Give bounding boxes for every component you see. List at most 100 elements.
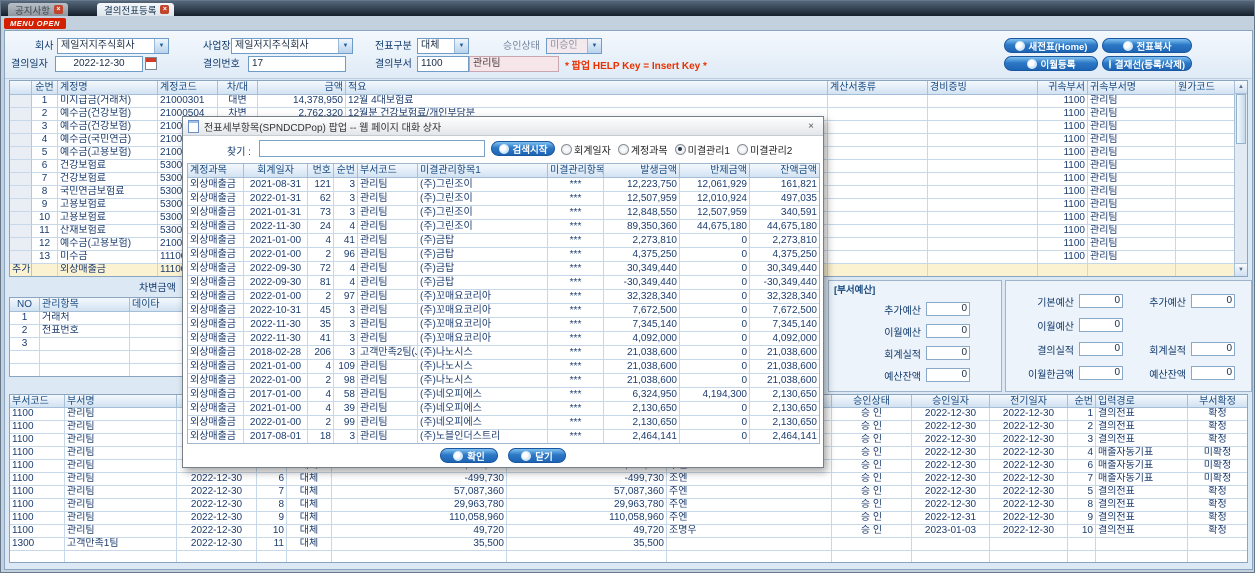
cell[interactable]: 99 [334,416,358,430]
cell[interactable]: 2,130,650 [604,416,680,430]
cell[interactable]: 57,087,360 [507,486,667,499]
cell[interactable]: 관리팀 [65,499,177,512]
cell[interactable]: 41 [334,234,358,248]
cell[interactable] [832,551,912,562]
table-row[interactable]: 외상매출금 2021-01-00 4 109 관리팀 (주)나노시스 *** 21,038,6… [188,360,819,374]
cell[interactable]: 2021-01-00 [244,402,308,416]
cell[interactable]: 외상매출금 [188,430,244,443]
cell[interactable] [928,238,1038,251]
cell[interactable]: 49,720 [507,525,667,538]
cell[interactable]: 9 [1068,512,1096,525]
cell[interactable] [10,225,32,238]
cell[interactable]: 관리팀 [358,192,418,206]
tab-voucher-entry[interactable]: 결의전표등록 × [97,3,175,17]
approval-status-select[interactable]: 미승인 ▼ [546,38,602,54]
cell[interactable]: 3 [334,318,358,332]
cell[interactable]: 2 [308,374,334,388]
cell[interactable]: 관리팀 [1088,121,1176,134]
radio-회계일자[interactable]: 회계일자 [561,142,611,157]
cell[interactable]: 관리팀 [358,220,418,234]
table-row[interactable]: 외상매출금 2018-02-28 206 3 고객만족2팀(J (주)나노시스 *** 21,… [188,346,819,360]
cell[interactable]: 매출자동기표 [1096,460,1188,473]
cell[interactable] [1096,551,1188,562]
cell[interactable]: 0 [680,402,750,416]
cell[interactable]: 2022-12-30 [177,538,257,551]
cell[interactable] [928,264,1038,276]
cell[interactable]: 6,324,950 [604,388,680,402]
cell[interactable]: *** [548,290,604,304]
cell[interactable] [10,551,65,562]
cell[interactable]: 2022-12-30 [990,525,1068,538]
cell[interactable]: 승 인 [832,447,912,460]
cell[interactable]: 30,349,440 [604,262,680,276]
cell[interactable]: 고용보험료 [58,212,158,225]
cell[interactable]: 대체 [287,473,332,486]
cell[interactable]: *** [548,206,604,220]
tab-notice[interactable]: 공지사항 × [8,3,68,17]
cell[interactable]: 관리팀 [65,434,177,447]
cell[interactable]: 1100 [1038,147,1088,160]
cell[interactable]: 2022-12-30 [990,408,1068,421]
cell[interactable]: 2 [1068,421,1096,434]
cell[interactable] [10,351,40,364]
cell[interactable]: 10 [32,212,58,225]
cell[interactable]: 0 [680,304,750,318]
cell[interactable]: 관리팀 [65,447,177,460]
cell[interactable]: 12,223,750 [604,178,680,192]
cell[interactable]: 62 [308,192,334,206]
table-row[interactable]: 외상매출금 2022-11-30 24 4 관리팀 (주)그린조이 *** 89,350,36… [188,220,819,234]
cell[interactable]: 관리팀 [358,360,418,374]
cell[interactable] [828,251,928,264]
cell[interactable]: 41 [308,332,334,346]
cell[interactable]: 3 [334,206,358,220]
cell[interactable]: 4 [32,134,58,147]
cell[interactable]: 대변 [218,95,258,108]
cell[interactable]: 결의전표 [1096,421,1188,434]
cell[interactable] [1068,551,1096,562]
cell[interactable]: 29,963,780 [332,499,507,512]
cell[interactable]: 예수금(국민연금) [58,134,158,147]
cell[interactable]: 1300 [10,538,65,551]
cell[interactable]: 11 [257,538,287,551]
cell[interactable]: 73 [308,206,334,220]
cell[interactable] [828,212,928,225]
cell[interactable]: 21,038,600 [750,346,819,360]
cell[interactable]: 1100 [1038,121,1088,134]
cell[interactable] [40,364,130,376]
cell[interactable]: 110,058,960 [332,512,507,525]
cell[interactable]: 관리팀 [1088,199,1176,212]
table-row[interactable]: 외상매출금 2022-01-00 2 97 관리팀 (주)꼬매요코리아 *** 32,328,… [188,290,819,304]
cell[interactable]: 21,038,600 [604,360,680,374]
cell[interactable] [1188,551,1247,562]
cell[interactable]: 11 [32,225,58,238]
cell[interactable]: 10 [1068,525,1096,538]
cell[interactable]: 결의전표 [1096,434,1188,447]
cell[interactable]: 98 [334,374,358,388]
cell[interactable]: 확정 [1188,434,1247,447]
cell[interactable]: 3 [334,430,358,443]
cell[interactable] [10,160,32,173]
cell[interactable]: 1 [10,312,40,325]
confirm-button[interactable]: 확인 [440,448,498,463]
cell[interactable]: 거래처 [40,312,130,325]
cell[interactable]: 1 [1068,408,1096,421]
cell[interactable]: 관리팀 [1088,95,1176,108]
cell[interactable]: 2022-01-31 [244,192,308,206]
cell[interactable] [1176,147,1235,160]
cell[interactable]: 1100 [1038,173,1088,186]
cell[interactable]: 2,273,810 [750,234,819,248]
cell[interactable]: 9 [32,199,58,212]
cell[interactable] [65,551,177,562]
cell[interactable]: 1100 [10,460,65,473]
cell[interactable] [10,173,32,186]
cell[interactable]: 관리팀 [1088,134,1176,147]
cell[interactable] [828,108,928,121]
copy-slip-button[interactable]: 전표복사 [1102,38,1192,53]
table-row[interactable]: 외상매출금 2017-01-00 4 58 관리팀 (주)네오피에스 *** 6,324,95… [188,388,819,402]
slip-type-select[interactable]: 대체 ▼ [417,38,469,54]
cell[interactable]: 관리팀 [358,388,418,402]
cell[interactable]: (주)그린조이 [418,220,548,234]
radio-계정과목[interactable]: 계정과목 [617,142,668,157]
cell[interactable]: 예수금(건강보험) [58,108,158,121]
cell[interactable]: 2 [32,108,58,121]
